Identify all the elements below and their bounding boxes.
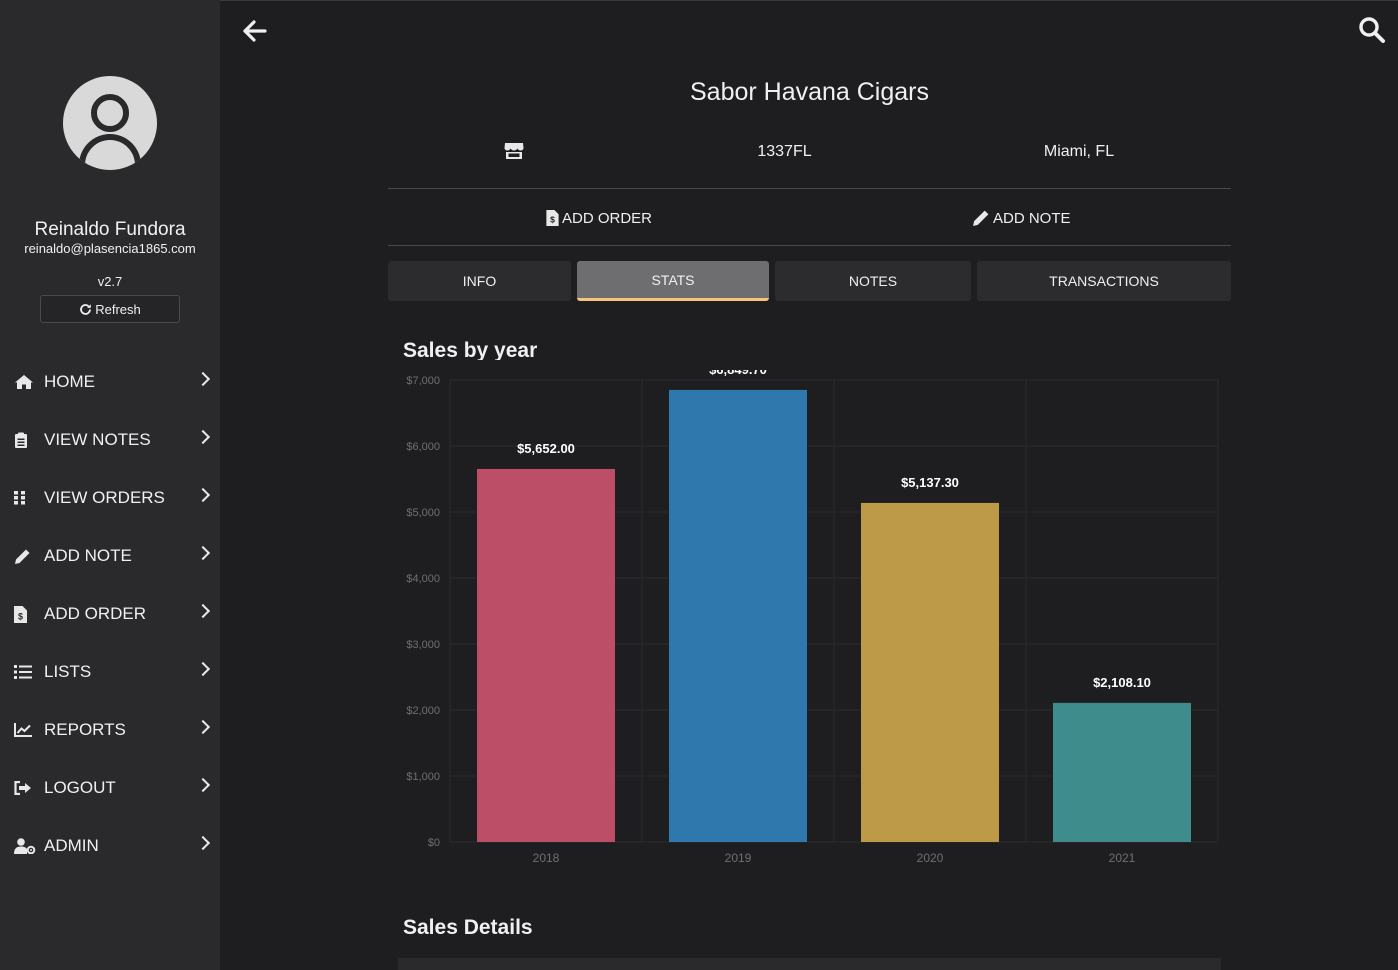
- sales-details-panel: [398, 958, 1221, 970]
- bar: [669, 389, 807, 842]
- chevron-right-icon: [195, 777, 211, 793]
- tab-transactions[interactable]: TRANSACTIONS: [977, 261, 1231, 301]
- chevron-right-icon: [195, 429, 211, 445]
- sidebar-item-label: ADMIN: [44, 836, 99, 855]
- sidebar-item-view-notes[interactable]: VIEW NOTES: [0, 411, 220, 469]
- sidebar-item-label: HOME: [44, 372, 95, 391]
- top-border: [220, 0, 1398, 1]
- tab-stats[interactable]: STATS: [577, 261, 769, 301]
- avatar-body: [79, 134, 141, 170]
- y-tick-label: $7,000: [406, 375, 440, 387]
- grid-icon: [14, 489, 36, 507]
- sidebar-item-label: REPORTS: [44, 720, 126, 739]
- home-icon: [14, 373, 36, 391]
- back-button[interactable]: [242, 18, 268, 44]
- y-tick-label: $5,000: [406, 507, 440, 519]
- refresh-icon: [80, 303, 92, 315]
- sidebar-item-reports[interactable]: REPORTS: [0, 701, 220, 759]
- sidebar-item-logout[interactable]: LOGOUT: [0, 759, 220, 817]
- sidebar: Reinaldo Fundora reinaldo@plasencia1865.…: [0, 0, 220, 970]
- y-tick-label: $4,000: [406, 573, 440, 585]
- pencil-icon: [973, 210, 989, 226]
- store-location: Miami, FL: [1043, 143, 1115, 160]
- sign-out-icon: [14, 779, 36, 797]
- chevron-right-icon: [195, 719, 211, 735]
- chevron-right-icon: [195, 371, 211, 387]
- chevron-right-icon: [195, 487, 211, 503]
- x-tick-label: 2018: [533, 851, 560, 865]
- app-version: v2.7: [97, 274, 123, 289]
- sidebar-item-label: ADD NOTE: [44, 546, 132, 565]
- divider: [388, 188, 1231, 189]
- svg-text:$: $: [550, 215, 555, 225]
- y-tick-label: $1,000: [406, 771, 440, 783]
- sidebar-item-label: LISTS: [44, 662, 92, 681]
- bar: [477, 468, 615, 842]
- chart-top-mask: [388, 360, 1231, 370]
- chevron-right-icon: [195, 545, 211, 561]
- sidebar-item-add-order[interactable]: $ ADD ORDER: [0, 585, 220, 643]
- sidebar-item-view-orders[interactable]: VIEW ORDERS: [0, 469, 220, 527]
- tab-info[interactable]: INFO: [388, 261, 571, 301]
- add-order-button[interactable]: $ ADD ORDER: [546, 206, 652, 230]
- pencil-icon: [14, 547, 36, 565]
- svg-text:$: $: [18, 611, 23, 621]
- search-button[interactable]: [1358, 16, 1386, 44]
- user-cog-icon: [14, 837, 36, 855]
- data-label: $2,108.10: [1093, 675, 1151, 690]
- add-note-button[interactable]: ADD NOTE: [972, 206, 1071, 230]
- sidebar-item-add-note[interactable]: ADD NOTE: [0, 527, 220, 585]
- x-tick-label: 2019: [725, 851, 752, 865]
- add-order-label: ADD ORDER: [562, 209, 653, 227]
- x-tick-label: 2021: [1109, 851, 1136, 865]
- user-name: Reinaldo Fundora: [34, 219, 186, 240]
- chevron-right-icon: [195, 603, 211, 619]
- sales-by-year-chart: $0 $1,000 $2,000 $3,000 $4,000 $5,000 $6,000 $7…: [388, 360, 1231, 865]
- bar: [1053, 702, 1191, 842]
- sidebar-nav: HOME VIEW NOTES VIEW ORDERS ADD NOTE $ A…: [0, 353, 220, 875]
- data-label: $5,137.30: [901, 475, 959, 490]
- store-name: Sabor Havana Cigars: [689, 78, 929, 106]
- divider: [388, 245, 1231, 246]
- sidebar-item-label: LOGOUT: [44, 778, 116, 797]
- store-code: 1337FL: [757, 143, 812, 160]
- y-tick-label: $6,000: [406, 441, 440, 453]
- avatar-head: [91, 94, 129, 132]
- bar: [861, 502, 999, 842]
- chart-line-icon: [14, 721, 36, 739]
- y-tick-label: $0: [428, 837, 440, 849]
- y-tick-label: $2,000: [406, 705, 440, 717]
- invoice-icon: $: [546, 210, 559, 226]
- sidebar-item-admin[interactable]: ADMIN: [0, 817, 220, 875]
- tab-notes[interactable]: NOTES: [775, 261, 971, 301]
- refresh-button[interactable]: Refresh: [40, 295, 180, 323]
- chevron-right-icon: [195, 661, 211, 677]
- chevron-right-icon: [195, 835, 211, 851]
- y-tick-label: $3,000: [406, 639, 440, 651]
- sidebar-item-home[interactable]: HOME: [0, 353, 220, 411]
- x-tick-label: 2020: [917, 851, 944, 865]
- arrow-left-icon: [243, 20, 267, 42]
- sidebar-item-lists[interactable]: LISTS: [0, 643, 220, 701]
- store-icon: [504, 142, 524, 160]
- sidebar-item-label: VIEW ORDERS: [44, 488, 165, 507]
- add-note-label: ADD NOTE: [993, 209, 1071, 227]
- refresh-label: Refresh: [95, 301, 141, 317]
- user-email: reinaldo@plasencia1865.com: [24, 241, 196, 256]
- sidebar-item-label: ADD ORDER: [44, 604, 147, 623]
- invoice-icon: $: [14, 605, 36, 623]
- sales-details-title: Sales Details: [403, 916, 533, 939]
- store-meta-row: 1337FL Miami, FL: [388, 142, 1231, 164]
- clipboard-icon: [14, 431, 36, 449]
- avatar: [63, 76, 157, 170]
- sidebar-item-label: VIEW NOTES: [44, 430, 151, 449]
- data-label: $5,652.00: [517, 441, 575, 456]
- list-icon: [14, 663, 36, 681]
- search-icon: [1359, 17, 1385, 43]
